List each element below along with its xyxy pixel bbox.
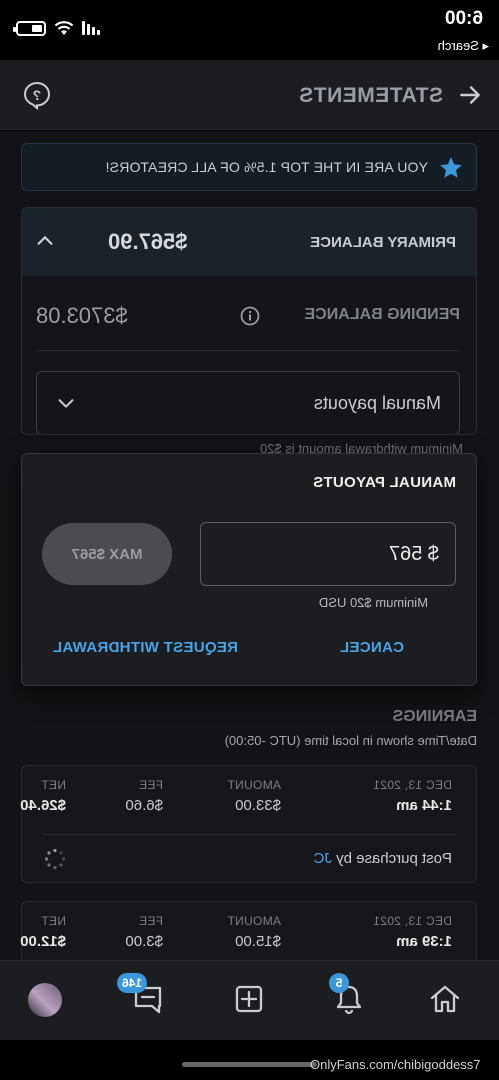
fee-column: FEE $3.00	[125, 914, 163, 950]
back-to-search-link[interactable]: ◂ Search	[438, 38, 489, 54]
manual-payouts-dialog: MANUAL PAYOUTS MAX $567 Minimum $20 USD …	[21, 453, 477, 686]
status-bar: 6:00 ◂ Search	[0, 0, 499, 60]
chevron-down-icon	[58, 399, 74, 408]
help-icon[interactable]: ?	[22, 80, 52, 110]
request-withdrawal-button[interactable]: REQUEST WITHDRAWAL	[53, 639, 238, 656]
earnings-row[interactable]: DEC 13, 2021 1:39 am AMOUNT $15.00 FEE $…	[20, 901, 477, 960]
net-header: NET	[41, 914, 66, 928]
amount-header: AMOUNT	[227, 778, 281, 792]
earnings-description: Post purchase by JC	[314, 850, 452, 867]
primary-balance-amount: $567.90	[108, 229, 188, 254]
avatar[interactable]	[28, 983, 62, 1017]
home-icon[interactable]	[427, 981, 463, 1017]
statements-content: YOU ARE IN THE TOP 1.5% OF ALL CREATORS!…	[0, 131, 499, 960]
net-column: NET $12.00	[20, 914, 66, 950]
fee-header: FEE	[138, 778, 163, 792]
top-header: STATEMENTS ?	[0, 60, 499, 130]
status-time: 6:00	[444, 8, 483, 29]
star-icon	[440, 157, 462, 178]
dialog-title: MANUAL PAYOUTS	[312, 474, 456, 491]
wifi-icon	[54, 21, 74, 35]
banner-text: YOU ARE IN THE TOP 1.5% OF ALL CREATORS!	[105, 159, 428, 175]
amount-value: $33.00	[235, 797, 281, 814]
description-prefix: Post purchase by	[336, 850, 452, 867]
cancel-button[interactable]: CANCEL	[340, 639, 404, 656]
loading-spinner-icon	[44, 848, 66, 870]
row-divider	[42, 834, 456, 835]
balances-card: PRIMARY BALANCE $567.90 PENDING BALANCE …	[21, 207, 477, 435]
bottom-tab-bar: 5 146	[0, 960, 499, 1040]
net-header: NET	[41, 778, 66, 792]
earnings-row[interactable]: DEC 13, 2021 1:44 am AMOUNT $33.00 FEE $…	[20, 765, 477, 883]
date-column: DEC 13, 2021 1:44 am	[373, 778, 452, 814]
payout-mode-value: Manual payouts	[313, 393, 441, 413]
net-column: NET $26.40	[20, 778, 66, 814]
watermark-text: OnlyFans.com/chibigoddess7	[310, 1057, 481, 1072]
time-value: 1:44 am	[396, 797, 452, 814]
net-value: $26.40	[20, 797, 66, 814]
svg-text:?: ?	[33, 87, 42, 103]
date-value: DEC 13, 2021	[373, 914, 452, 928]
amount-value: $15.00	[235, 933, 281, 950]
back-arrow-icon[interactable]	[457, 82, 483, 108]
amount-column: AMOUNT $33.00	[227, 778, 281, 814]
battery-icon	[16, 20, 46, 36]
payout-mode-select[interactable]: Manual payouts	[36, 371, 460, 435]
messages-badge: 146	[117, 973, 147, 993]
max-amount-button[interactable]: MAX $567	[42, 523, 172, 585]
notifications-badge: 5	[329, 973, 349, 993]
info-icon[interactable]	[240, 306, 260, 326]
fee-column: FEE $6.60	[125, 778, 163, 814]
net-value: $12.00	[20, 933, 66, 950]
primary-balance-row[interactable]: PRIMARY BALANCE $567.90	[21, 208, 476, 276]
purchaser-link[interactable]: JC	[314, 850, 332, 867]
page-title: STATEMENTS	[298, 84, 443, 107]
status-icons	[16, 20, 100, 36]
date-column: DEC 13, 2021 1:39 am	[373, 914, 452, 950]
amount-column: AMOUNT $15.00	[227, 914, 281, 950]
withdrawal-amount-input[interactable]	[200, 522, 456, 586]
add-post-icon[interactable]	[231, 981, 267, 1017]
pending-balance-label: PENDING BALANCE	[304, 306, 460, 323]
dialog-minimum-note: Minimum $20 USD	[318, 595, 428, 610]
amount-header: AMOUNT	[227, 914, 281, 928]
pending-balance-row: PENDING BALANCE $3703.08	[36, 276, 460, 351]
primary-balance-label: PRIMARY BALANCE	[310, 234, 456, 251]
earnings-title: EARNINGS	[392, 708, 477, 725]
fee-header: FEE	[138, 914, 163, 928]
home-indicator	[182, 1062, 317, 1067]
chevron-up-icon[interactable]	[34, 230, 56, 252]
fee-value: $6.60	[125, 797, 163, 814]
fee-value: $3.00	[125, 933, 163, 950]
date-value: DEC 13, 2021	[373, 778, 452, 792]
pending-balance-amount: $3703.08	[36, 303, 128, 328]
earnings-subtitle: Date/Time shown in local time (UTC -05:0…	[224, 733, 477, 748]
cellular-signal-icon	[82, 21, 100, 35]
top-creator-banner: YOU ARE IN THE TOP 1.5% OF ALL CREATORS!	[21, 143, 477, 191]
time-value: 1:39 am	[396, 933, 452, 950]
